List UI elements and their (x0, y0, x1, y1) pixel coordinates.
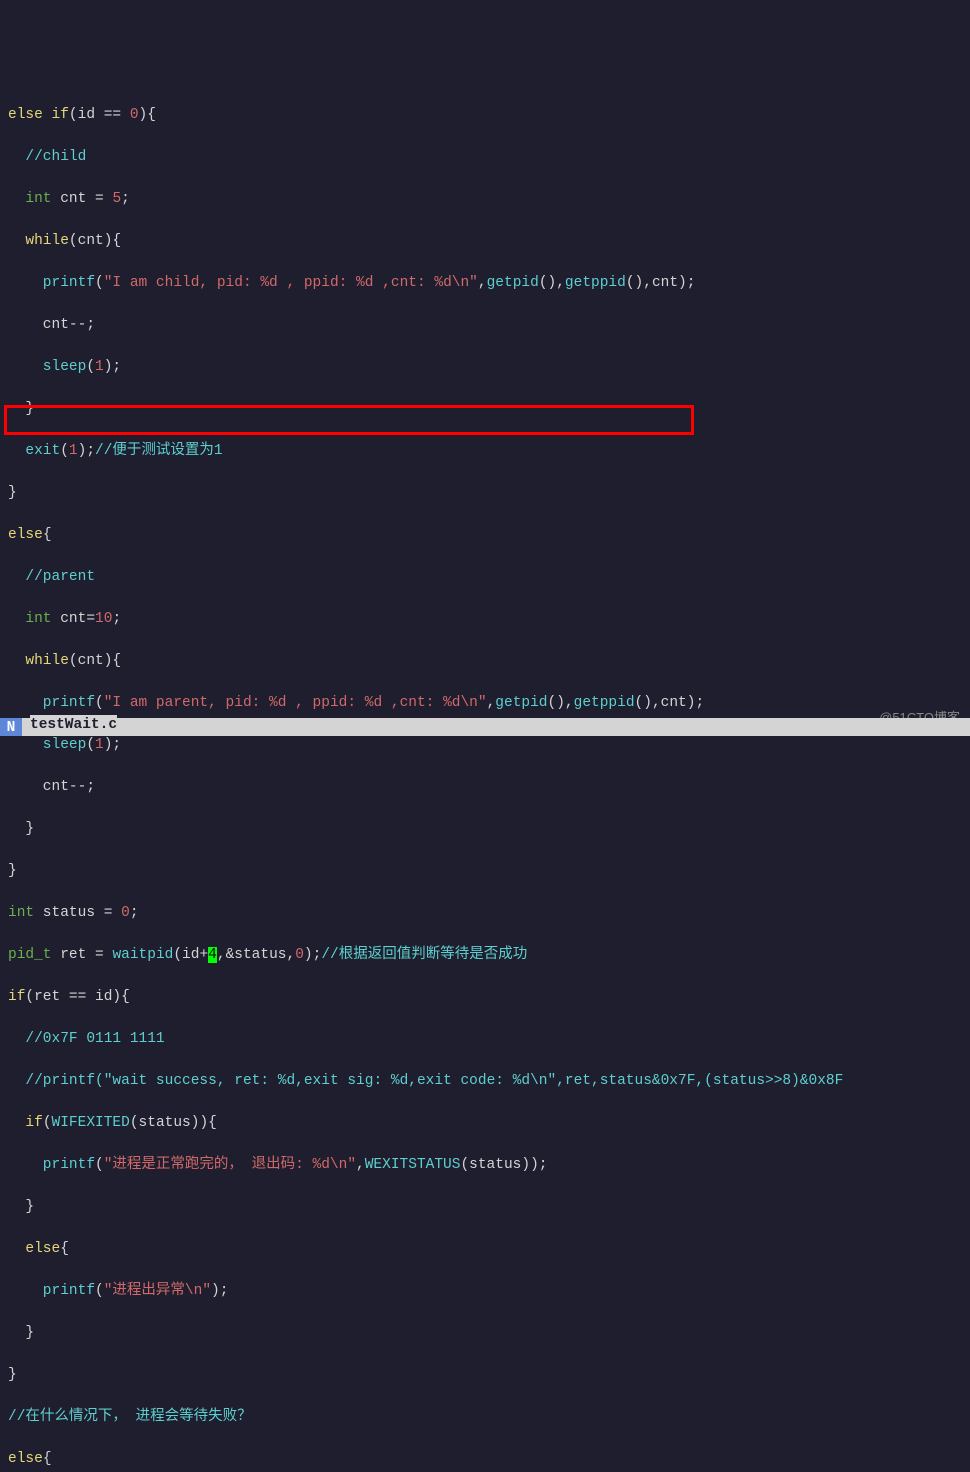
code-line: printf("I am child, pid: %d , ppid: %d ,… (8, 273, 970, 294)
code-line: //0x7F 0111 1111 (8, 1029, 970, 1050)
code-line: } (8, 819, 970, 840)
code-line: sleep(1); (8, 357, 970, 378)
cursor-highlight: 4 (208, 947, 217, 963)
code-line: //在什么情况下， 进程会等待失败？ (8, 1407, 970, 1428)
highlighted-code-line: pid_t ret = waitpid(id+4,&status,0);//根据… (8, 945, 970, 966)
code-line: while(cnt){ (8, 651, 970, 672)
status-bar (0, 718, 970, 736)
code-line: //parent (8, 567, 970, 588)
code-line: else{ (8, 1239, 970, 1260)
code-line: sleep(1); (8, 735, 970, 756)
code-line: } (8, 399, 970, 420)
filename-label: testWait.c (30, 715, 117, 736)
code-line: printf("进程是正常跑完的， 退出码: %d\n",WEXITSTATUS… (8, 1155, 970, 1176)
code-line: int status = 0; (8, 903, 970, 924)
code-line: //printf("wait success, ret: %d,exit sig… (8, 1071, 970, 1092)
code-line: } (8, 1365, 970, 1386)
code-line: if(ret == id){ (8, 987, 970, 1008)
code-line: else if(id == 0){ (8, 105, 970, 126)
code-line: } (8, 1323, 970, 1344)
code-line: } (8, 483, 970, 504)
code-line: } (8, 861, 970, 882)
code-line: else{ (8, 1449, 970, 1470)
code-line: cnt--; (8, 777, 970, 798)
code-line: else{ (8, 525, 970, 546)
code-line: exit(1);//便于测试设置为1 (8, 441, 970, 462)
code-editor[interactable]: else if(id == 0){ //child int cnt = 5; w… (8, 84, 970, 1472)
code-line: int cnt = 5; (8, 189, 970, 210)
code-line: printf("I am parent, pid: %d , ppid: %d … (8, 693, 970, 714)
code-line: int cnt=10; (8, 609, 970, 630)
code-line: while(cnt){ (8, 231, 970, 252)
code-line: if(WIFEXITED(status)){ (8, 1113, 970, 1134)
code-line: cnt--; (8, 315, 970, 336)
code-line: printf("进程出异常\n"); (8, 1281, 970, 1302)
vim-mode-indicator: N (0, 718, 22, 736)
code-line: } (8, 1197, 970, 1218)
code-line: //child (8, 147, 970, 168)
